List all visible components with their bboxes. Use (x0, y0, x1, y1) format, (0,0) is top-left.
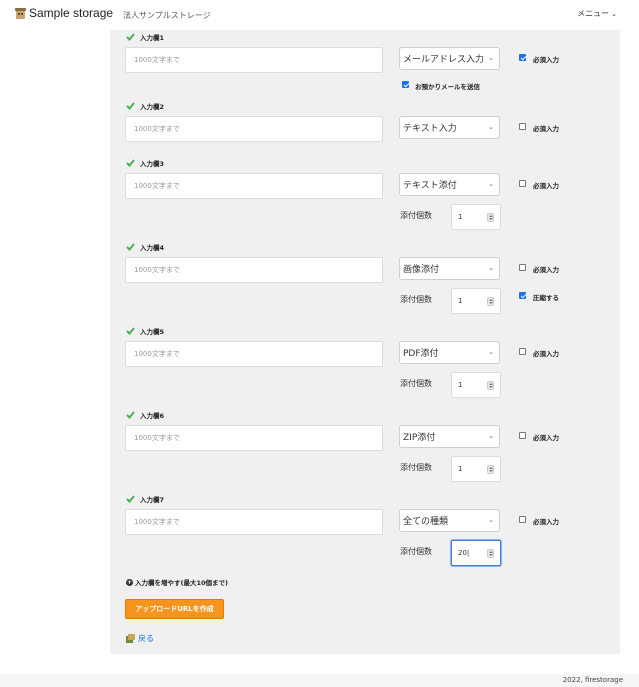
field-7-count-input[interactable]: 20| (451, 540, 501, 566)
chevron-down-icon: ⌄ (488, 264, 494, 272)
check-icon (126, 243, 135, 251)
attach-count-label: 添付個数 (400, 211, 432, 220)
check-icon (126, 102, 135, 110)
field-6-type-select[interactable]: ZIP添付 ⌄ (399, 425, 500, 448)
spinner-icon[interactable] (487, 213, 494, 222)
spinner-icon[interactable] (487, 297, 494, 306)
attach-count-label: 添付個数 (400, 547, 432, 556)
attach-count-label: 添付個数 (400, 295, 432, 304)
field-3-text-input[interactable]: 1000文字まで (125, 173, 383, 199)
field-title: 入力欄3 (126, 158, 164, 168)
field-6-required-checkbox[interactable] (519, 432, 526, 439)
field-1-text-input[interactable]: 1000文字まで (125, 47, 383, 73)
field-4-text-input[interactable]: 1000文字まで (125, 257, 383, 283)
send-mail-label: お預かりメールを送信 (415, 83, 480, 91)
back-link[interactable]: 戻る (126, 633, 154, 644)
logo-icon (15, 7, 26, 19)
field-3-type-select[interactable]: テキスト添付 ⌄ (399, 173, 500, 196)
field-title: 入力欄6 (126, 410, 164, 420)
field-5-type-select[interactable]: PDF添付 ⌄ (399, 341, 500, 364)
field-7-text-input[interactable]: 1000文字まで (125, 509, 383, 535)
field-1-type-select[interactable]: メールアドレス入力 ⌄ (399, 47, 500, 70)
required-label: 必須入力 (533, 350, 559, 358)
copyright: 2022, firestorage (562, 676, 623, 684)
create-upload-url-button[interactable]: アップロードURLを作成 (125, 599, 224, 619)
field-2-text-input[interactable]: 1000文字まで (125, 116, 383, 142)
field-5-required-checkbox[interactable] (519, 348, 526, 355)
required-label: 必須入力 (533, 266, 559, 274)
required-label: 必須入力 (533, 56, 559, 64)
chevron-down-icon: ⌄ (488, 348, 494, 356)
spinner-icon[interactable] (487, 465, 494, 474)
check-icon (126, 159, 135, 167)
field-title: 入力欄5 (126, 326, 164, 336)
check-icon (126, 495, 135, 503)
field-6-count-input[interactable]: 1 (451, 456, 501, 482)
company-name: 法人サンプルストレージ (123, 11, 211, 20)
field-3-count-input[interactable]: 1 (451, 204, 501, 230)
required-label: 必須入力 (533, 125, 559, 133)
menu-button[interactable]: メニュー ⌄ (577, 8, 617, 19)
required-label: 必須入力 (533, 434, 559, 442)
field-title: 入力欄2 (126, 101, 164, 111)
field-title: 入力欄4 (126, 242, 164, 252)
field-title: 入力欄7 (126, 494, 164, 504)
chevron-down-icon: ⌄ (488, 432, 494, 440)
back-icon (126, 634, 135, 643)
field-7-required-checkbox[interactable] (519, 516, 526, 523)
field-4-type-select[interactable]: 画像添付 ⌄ (399, 257, 500, 280)
chevron-down-icon: ⌄ (488, 516, 494, 524)
field-5-text-input[interactable]: 1000文字まで (125, 341, 383, 367)
attach-count-label: 添付個数 (400, 463, 432, 472)
spinner-icon[interactable] (487, 549, 494, 558)
required-label: 必須入力 (533, 182, 559, 190)
field-1-required-checkbox[interactable] (519, 54, 526, 61)
attach-count-label: 添付個数 (400, 379, 432, 388)
logo[interactable]: Sample storage (15, 6, 113, 20)
required-label: 必須入力 (533, 518, 559, 526)
menu-label: メニュー (577, 9, 610, 18)
field-6-text-input[interactable]: 1000文字まで (125, 425, 383, 451)
field-4-required-checkbox[interactable] (519, 264, 526, 271)
logo-text: Sample storage (29, 6, 114, 20)
field-4-count-input[interactable]: 1 (451, 288, 501, 314)
plus-circle-icon: + (126, 578, 133, 586)
field-2-required-checkbox[interactable] (519, 123, 526, 130)
check-icon (126, 411, 135, 419)
main-panel: 入力欄1 1000文字まで メールアドレス入力 ⌄ 必須入力 お預かりメールを送信… (110, 30, 620, 654)
field-4-compress-checkbox[interactable] (519, 292, 526, 299)
check-icon (126, 33, 135, 41)
field-5-count-input[interactable]: 1 (451, 372, 501, 398)
field-3-required-checkbox[interactable] (519, 180, 526, 187)
chevron-down-icon: ⌄ (611, 9, 617, 18)
chevron-down-icon: ⌄ (488, 123, 494, 131)
check-icon (126, 327, 135, 335)
field-2-type-select[interactable]: テキスト入力 ⌄ (399, 116, 500, 139)
chevron-down-icon: ⌄ (488, 180, 494, 188)
top-bar: Sample storage 法人サンプルストレージ メニュー ⌄ (0, 0, 639, 30)
footer: 2022, firestorage (0, 674, 639, 687)
field-1-send-mail-checkbox[interactable] (402, 81, 409, 88)
chevron-down-icon: ⌄ (488, 54, 494, 62)
field-7-type-select[interactable]: 全ての種類 ⌄ (399, 509, 500, 532)
add-fields-link[interactable]: + 入力欄を増やす(最大10個まで) (126, 577, 228, 587)
field-title: 入力欄1 (126, 32, 164, 42)
compress-label: 圧縮する (533, 294, 559, 302)
spinner-icon[interactable] (487, 381, 494, 390)
